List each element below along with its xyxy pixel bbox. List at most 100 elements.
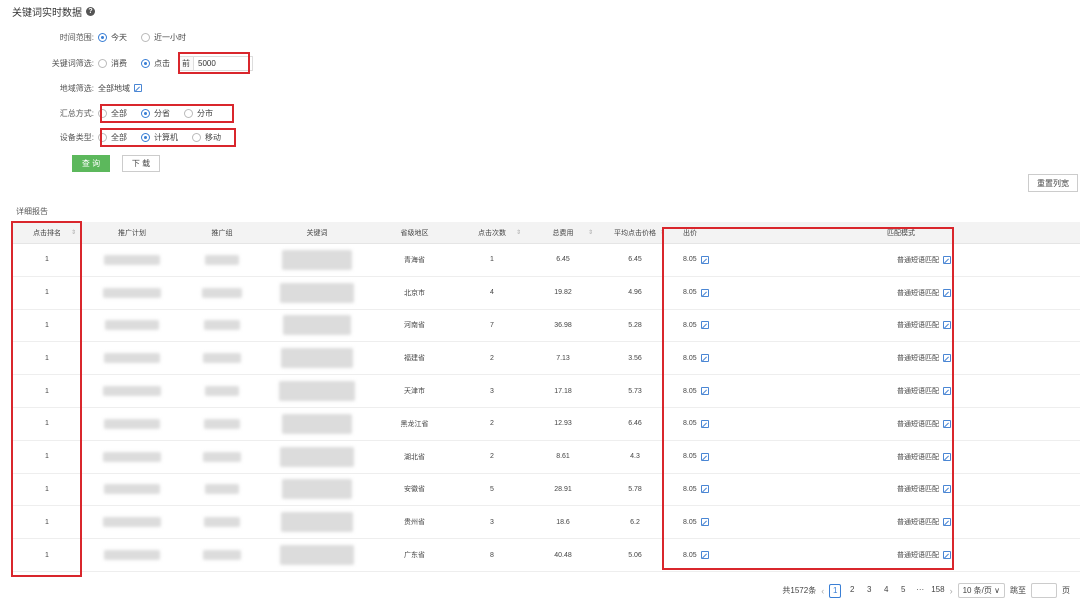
cell-clicks: 2	[490, 420, 494, 428]
radio-today[interactable]: 今天	[98, 32, 127, 43]
cell-bid: 8.05	[671, 441, 831, 473]
query-button[interactable]: 查 询	[72, 155, 110, 172]
bid-edit-icon[interactable]	[700, 485, 709, 494]
cell-group-redacted	[182, 277, 262, 309]
sort-icon[interactable]: ⇕	[71, 229, 76, 236]
cell-region: 北京市	[404, 289, 425, 297]
radio-by-province[interactable]: 分省	[141, 108, 170, 119]
redacted-block	[202, 287, 242, 298]
table-row: 1 安徽省 5 28.91 5.78 8.05 普通短语匹配	[12, 474, 1080, 507]
region-edit-icon[interactable]	[134, 84, 142, 92]
page-2[interactable]: 2	[846, 584, 858, 598]
page-4[interactable]: 4	[880, 584, 892, 598]
sort-icon[interactable]: ⇕	[516, 229, 521, 236]
next-page-icon[interactable]: ›	[950, 586, 953, 596]
page-1[interactable]: 1	[829, 583, 842, 598]
table-header: 点击排名 ⇕ 推广计划 推广组 关键词 省级地区 点击次数 ⇕ 总费用 ⇕ 平均点击价…	[12, 222, 1080, 244]
cell-rank: 1	[45, 289, 49, 297]
match-edit-icon[interactable]	[943, 354, 951, 363]
cell-match-mode: 普通短语匹配	[831, 342, 971, 374]
cell-avg-price: 6.46	[628, 420, 642, 428]
radio-device-all-indicator[interactable]	[98, 132, 107, 142]
header-bid: 出价	[671, 222, 831, 243]
filter-summary: 汇总方式: 全部 分省 分市	[0, 105, 227, 121]
radio-computer[interactable]: 计算机	[141, 132, 178, 143]
radio-consumption-indicator[interactable]	[98, 58, 107, 68]
bid-value: 8.05	[683, 551, 697, 559]
radio-last-hour[interactable]: 近一小时	[141, 32, 186, 43]
page-5[interactable]: 5	[897, 584, 909, 598]
radio-by-city[interactable]: 分市	[184, 108, 213, 119]
header-clicks[interactable]: 点击次数 ⇕	[457, 222, 527, 243]
page-3[interactable]: 3	[863, 584, 875, 598]
bid-edit-icon[interactable]	[700, 321, 709, 330]
bid-edit-icon[interactable]	[700, 255, 709, 264]
sort-icon[interactable]: ⇕	[660, 229, 665, 236]
match-edit-icon[interactable]	[943, 255, 951, 264]
radio-clicks-indicator[interactable]	[141, 58, 150, 68]
cell-avg-price: 6.45	[628, 256, 642, 264]
jump-page-input[interactable]	[1031, 583, 1057, 598]
radio-mobile-label: 移动	[205, 132, 221, 142]
radio-summary-all-indicator[interactable]	[98, 108, 107, 118]
match-edit-icon[interactable]	[943, 551, 951, 560]
prev-page-icon[interactable]: ‹	[821, 586, 824, 596]
bid-edit-icon[interactable]	[700, 387, 709, 396]
match-edit-icon[interactable]	[943, 288, 951, 297]
cell-bid: 8.05	[671, 506, 831, 538]
header-avg-price[interactable]: 平均点击价格 ⇕	[599, 222, 671, 243]
radio-by-province-indicator[interactable]	[141, 108, 150, 118]
match-edit-icon[interactable]	[943, 452, 951, 461]
bid-edit-icon[interactable]	[700, 518, 709, 527]
top-n-input[interactable]	[194, 56, 252, 70]
radio-summary-all[interactable]: 全部	[98, 108, 127, 119]
match-mode-value: 普通短语匹配	[897, 519, 939, 527]
match-mode-value: 普通短语匹配	[897, 420, 939, 428]
radio-computer-indicator[interactable]	[141, 132, 150, 142]
page-ellipsis[interactable]: ···	[914, 584, 926, 598]
match-edit-icon[interactable]	[943, 518, 951, 527]
match-edit-icon[interactable]	[943, 321, 951, 330]
header-total-cost[interactable]: 总费用 ⇕	[527, 222, 599, 243]
cell-rank: 1	[45, 420, 49, 428]
bid-edit-icon[interactable]	[700, 288, 709, 297]
cell-plan-redacted	[82, 441, 182, 473]
radio-last-hour-indicator[interactable]	[141, 32, 150, 42]
cell-group-redacted	[182, 375, 262, 407]
bid-edit-icon[interactable]	[700, 354, 709, 363]
cell-group-redacted	[182, 310, 262, 342]
filter-device: 设备类型: 全部 计算机 移动	[0, 129, 235, 145]
redacted-block	[103, 451, 161, 462]
match-edit-icon[interactable]	[943, 485, 951, 494]
header-click-rank[interactable]: 点击排名 ⇕	[12, 222, 82, 243]
page-size-select[interactable]: 10 条/页 ∨	[957, 583, 1005, 598]
match-edit-icon[interactable]	[943, 387, 951, 396]
redacted-block	[205, 254, 239, 265]
sort-icon[interactable]: ⇕	[588, 229, 593, 236]
radio-today-indicator[interactable]	[98, 32, 107, 42]
cell-region: 湖北省	[404, 453, 425, 461]
bid-edit-icon[interactable]	[700, 452, 709, 461]
radio-mobile-indicator[interactable]	[192, 132, 201, 142]
page-last[interactable]: 158	[931, 584, 944, 598]
redacted-block	[282, 249, 352, 270]
help-icon[interactable]: ?	[86, 7, 95, 16]
bid-value: 8.05	[683, 485, 697, 493]
radio-clicks[interactable]: 点击	[141, 58, 170, 69]
download-button[interactable]: 下 载	[122, 155, 160, 172]
cell-match-mode: 普通短语匹配	[831, 244, 971, 276]
cell-rank: 1	[45, 321, 49, 329]
redacted-block	[203, 353, 241, 364]
reset-column-width-button[interactable]: 重置列宽	[1028, 174, 1078, 192]
match-edit-icon[interactable]	[943, 419, 951, 428]
radio-consumption[interactable]: 消费	[98, 58, 127, 69]
filter-time-range: 时间范围: 今天 近一小时	[0, 29, 200, 45]
header-plan: 推广计划	[82, 222, 182, 243]
radio-by-city-indicator[interactable]	[184, 108, 193, 118]
top-n-field: 前	[178, 55, 253, 71]
bid-edit-icon[interactable]	[700, 551, 709, 560]
radio-mobile[interactable]: 移动	[192, 132, 221, 143]
radio-device-all[interactable]: 全部	[98, 132, 127, 143]
cell-bid: 8.05	[671, 474, 831, 506]
bid-edit-icon[interactable]	[700, 419, 709, 428]
